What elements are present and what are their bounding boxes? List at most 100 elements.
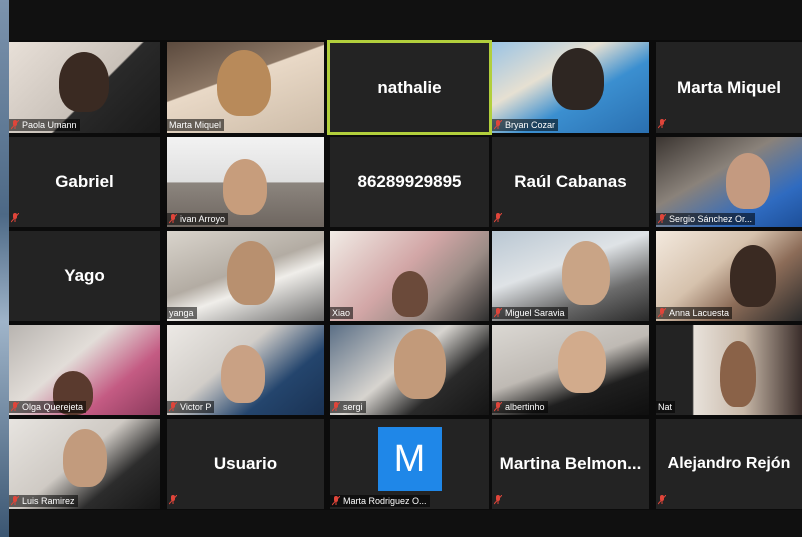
muted-mic-icon: [658, 119, 666, 129]
muted-mic-icon: [11, 120, 19, 130]
participant-name: Olga Querejeta: [22, 402, 84, 412]
participant-video: [227, 241, 275, 305]
muted-mic-icon: [11, 496, 19, 506]
participant-video: [223, 159, 267, 215]
participant-tile[interactable]: Luis Ramirez: [9, 419, 160, 509]
participant-video: [730, 245, 776, 307]
participant-tile[interactable]: Gabriel: [9, 137, 160, 227]
participant-name-display: nathalie: [377, 77, 442, 97]
muted-mic-icon: [494, 308, 502, 318]
participant-video: [720, 341, 756, 407]
participant-name-label: ivan Arroyo: [167, 213, 229, 225]
participant-tile[interactable]: Marta Miquel: [167, 42, 324, 133]
muted-mic-icon: [494, 213, 502, 223]
participant-tile[interactable]: Marta Miquel: [656, 42, 802, 133]
participant-video: [63, 429, 107, 487]
participant-name: yanga: [169, 308, 194, 318]
participant-name: Bryan Cozar: [505, 120, 556, 130]
participant-tile[interactable]: Paola Umann: [9, 42, 160, 133]
muted-mic-icon: [169, 495, 177, 505]
participant-tile[interactable]: Olga Querejeta: [9, 325, 160, 415]
muted-mic-icon: [494, 120, 502, 130]
participant-name-display: Alejandro Rejón: [667, 455, 791, 472]
muted-mic-icon: [11, 213, 19, 223]
participant-name: Nat: [658, 402, 673, 412]
participant-name: Xiao: [332, 308, 351, 318]
participant-name-display: 86289929895: [357, 172, 462, 191]
participant-name: sergi: [343, 402, 363, 412]
meeting-bottom-bar: [9, 510, 802, 537]
participant-name-label: Xiao: [330, 307, 354, 319]
participant-name-label: Anna Lacuesta: [656, 307, 733, 319]
participant-tile[interactable]: Usuario: [167, 419, 324, 509]
muted-mic-icon: [332, 496, 340, 506]
participant-tile[interactable]: Miguel Saravia: [492, 231, 649, 321]
participant-name-label: Paola Umann: [9, 119, 80, 131]
participant-tile[interactable]: 86289929895: [330, 137, 489, 227]
participant-name: Marta Miquel: [169, 120, 222, 130]
participant-name-display: Usuario: [213, 454, 278, 473]
participant-name-label: yanga: [167, 307, 197, 319]
participant-name: ivan Arroyo: [180, 214, 226, 224]
participant-name-label: Marta Miquel: [167, 119, 225, 131]
participant-name-display: Martina Belmon...: [499, 454, 642, 473]
participant-name-display: Raúl Cabanas: [514, 172, 627, 191]
participant-tile[interactable]: ivan Arroyo: [167, 137, 324, 227]
participant-tile[interactable]: Raúl Cabanas: [492, 137, 649, 227]
participant-name: Marta Rodriguez O...: [343, 496, 427, 506]
participant-tile-active-speaker[interactable]: nathalie: [327, 40, 492, 135]
participant-tile[interactable]: Bryan Cozar: [492, 42, 649, 133]
participant-tile[interactable]: Victor P: [167, 325, 324, 415]
participant-name-label: Nat: [656, 401, 676, 413]
muted-mic-icon: [494, 402, 502, 412]
participant-video: [562, 241, 610, 305]
participant-tile[interactable]: Xiao: [330, 231, 489, 321]
participant-video: [221, 345, 265, 403]
desktop-background-edge: [0, 0, 9, 537]
participant-name: Paola Umann: [22, 120, 77, 130]
participant-tile[interactable]: Yago: [9, 231, 160, 321]
muted-mic-icon: [658, 308, 666, 318]
participant-name-display: Marta Miquel: [677, 77, 781, 97]
participant-tile[interactable]: Nat: [656, 325, 802, 415]
meeting-top-bar: [9, 0, 802, 40]
muted-mic-icon: [658, 495, 666, 505]
participant-name: albertinho: [505, 402, 545, 412]
participant-name-label: Sergio Sánchez Or...: [656, 213, 756, 225]
participant-name: Sergio Sánchez Or...: [669, 214, 753, 224]
participant-video: [394, 329, 446, 399]
participant-name-label: sergi: [330, 401, 366, 413]
muted-mic-icon: [169, 214, 177, 224]
participant-tile[interactable]: yanga: [167, 231, 324, 321]
participant-name: Anna Lacuesta: [669, 308, 730, 318]
participant-name-label: Bryan Cozar: [492, 119, 559, 131]
muted-mic-icon: [494, 495, 502, 505]
participant-name: Miguel Saravia: [505, 308, 565, 318]
participant-tile[interactable]: Alejandro Rejón: [656, 419, 802, 509]
participant-tile[interactable]: Martina Belmon...: [492, 419, 649, 509]
participant-tile[interactable]: Sergio Sánchez Or...: [656, 137, 802, 227]
participant-video: [59, 52, 109, 112]
muted-mic-icon: [658, 214, 666, 224]
participant-name-label: Olga Querejeta: [9, 401, 87, 413]
participant-video: [726, 153, 770, 209]
participant-tile[interactable]: sergi: [330, 325, 489, 415]
muted-mic-icon: [11, 402, 19, 412]
participant-tile[interactable]: Anna Lacuesta: [656, 231, 802, 321]
participant-name-label: Luis Ramirez: [9, 495, 78, 507]
muted-mic-icon: [332, 402, 340, 412]
participant-name-display: Gabriel: [55, 172, 114, 191]
participant-tile[interactable]: M Marta Rodriguez O...: [330, 419, 489, 509]
participant-video: [558, 331, 606, 393]
participant-avatar: M: [377, 426, 442, 491]
participant-video: [217, 50, 271, 116]
participant-video: [552, 48, 604, 110]
participant-name: Victor P: [180, 402, 212, 412]
participant-name-label: Marta Rodriguez O...: [330, 495, 430, 507]
participant-name-display: Yago: [64, 266, 105, 285]
muted-mic-icon: [169, 402, 177, 412]
participant-name-label: Miguel Saravia: [492, 307, 568, 319]
participant-video: [392, 271, 428, 317]
gallery-view-grid: Paola Umann Marta Miquel nathalie Bryan …: [9, 40, 802, 510]
participant-tile[interactable]: albertinho: [492, 325, 649, 415]
